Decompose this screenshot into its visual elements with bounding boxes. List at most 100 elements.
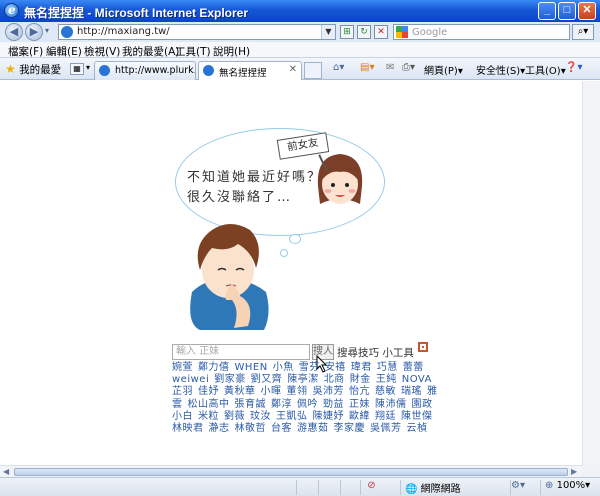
tab-plurk[interactable]: http://www.plurk.com/ta... (94, 61, 196, 80)
name-link[interactable]: 怡亢 (349, 386, 370, 397)
name-link[interactable]: 園政 (412, 399, 433, 410)
name-link[interactable]: 佩吟 (297, 399, 318, 410)
name-link[interactable]: 雪芬 (299, 362, 320, 373)
name-link[interactable]: 台客 (271, 423, 292, 434)
back-button[interactable]: ◀ (5, 23, 23, 41)
help-icon[interactable]: ❓▾ (565, 62, 582, 73)
tab-active[interactable]: 無名捏捏捏 ✕ (198, 61, 302, 80)
name-link[interactable]: 瀞志 (209, 423, 230, 434)
zoom-control[interactable]: ⊕ 100%▾ (540, 480, 600, 495)
name-link[interactable]: 林映君 (172, 423, 204, 434)
refresh-icon[interactable]: ↻ (357, 25, 371, 39)
menu-edit[interactable]: 編輯(E) (46, 44, 82, 59)
name-link[interactable]: 小白 (172, 411, 193, 422)
name-link[interactable]: 黃秋華 (224, 386, 256, 397)
url-field[interactable]: http://maxiang.tw/ ▼ (58, 24, 336, 40)
name-link[interactable]: 劉家豪 (214, 374, 246, 385)
name-link[interactable]: 北商 (324, 374, 345, 385)
gadget-icon[interactable] (418, 342, 428, 352)
menu-help[interactable]: 說明(H) (213, 44, 250, 59)
search-input[interactable]: 輸入 正妹 (172, 344, 310, 360)
name-link[interactable]: 安禧 (325, 362, 346, 373)
menu-tools[interactable]: 工具(T) (175, 44, 211, 59)
safety-menu[interactable]: 安全性(S)▾ (476, 62, 525, 77)
name-link[interactable]: 吳佩芳 (370, 423, 402, 434)
close-button[interactable]: ✕ (578, 2, 596, 20)
name-link[interactable]: weiwei (172, 374, 209, 385)
name-link[interactable]: 鄭淳 (271, 399, 292, 410)
name-link[interactable]: 芷羽 (172, 386, 193, 397)
new-tab-button[interactable] (304, 62, 322, 79)
blocked-icon[interactable]: ⊘ (360, 480, 382, 495)
menu-favorites[interactable]: 我的最愛(A) (122, 44, 179, 59)
vertical-scrollbar[interactable] (582, 81, 600, 465)
name-link[interactable]: 張育誠 (235, 399, 267, 410)
name-link[interactable]: 云楨 (407, 423, 428, 434)
minimize-button[interactable]: _ (538, 2, 556, 20)
name-link[interactable]: 慈敏 (375, 386, 396, 397)
scroll-right-icon[interactable]: ▶ (571, 467, 577, 476)
scroll-left-icon[interactable]: ◀ (3, 467, 9, 476)
favorites-button[interactable]: ★ 我的最愛 (5, 62, 61, 77)
name-link[interactable]: 松山高中 (188, 399, 230, 410)
name-link[interactable]: 蕾蕾 (403, 362, 424, 373)
name-link[interactable]: 米粒 (198, 411, 219, 422)
protected-mode-icon[interactable]: ⚙▾ (510, 480, 540, 495)
name-link[interactable]: 游惠茹 (297, 423, 329, 434)
name-link[interactable]: 鄭力僖 (198, 362, 230, 373)
forward-button[interactable]: ▶ (25, 23, 43, 41)
url-dropdown-icon[interactable]: ▼ (321, 25, 335, 39)
tab-list-icon[interactable]: ▾ (86, 63, 90, 72)
page-menu[interactable]: 網頁(P)▾ (424, 62, 463, 77)
name-link[interactable]: 瑋君 (351, 362, 372, 373)
name-link[interactable]: NOVA (402, 374, 432, 385)
print-icon[interactable]: ⎙▾ (402, 62, 415, 73)
feeds-icon[interactable]: ▤▾ (360, 62, 374, 73)
name-link[interactable]: 佳妤 (198, 386, 219, 397)
tab-label: 無名捏捏捏 (219, 68, 267, 79)
menu-view[interactable]: 檢視(V) (84, 44, 120, 59)
history-dropdown-icon[interactable]: ▾ (45, 26, 49, 35)
search-tips-link[interactable]: 搜尋技巧 小工具 (337, 345, 414, 360)
name-link[interactable]: 小魚 (273, 362, 294, 373)
name-link[interactable]: 婉萱 (172, 362, 193, 373)
name-link[interactable]: WHEN (235, 362, 268, 373)
search-button[interactable]: ⌕▾ (572, 24, 594, 40)
name-link[interactable]: 玟汝 (250, 411, 271, 422)
address-bar: ◀ ▶ ▾ http://maxiang.tw/ ▼ ⊞ ↻ ✕ Google … (0, 22, 600, 42)
name-link[interactable]: 董翎 (287, 386, 308, 397)
name-link[interactable]: 財金 (350, 374, 371, 385)
read-mail-icon[interactable]: ✉ (386, 62, 394, 73)
name-link[interactable]: 勁益 (323, 399, 344, 410)
name-link[interactable]: 小暉 (261, 386, 282, 397)
name-link[interactable]: 歐緯 (349, 411, 370, 422)
name-link[interactable]: 李家慶 (334, 423, 366, 434)
name-link[interactable]: 陳亭潔 (287, 374, 319, 385)
name-link[interactable]: 劉又齊 (251, 374, 283, 385)
scroll-thumb[interactable] (14, 468, 568, 476)
home-icon[interactable]: ⌂▾ (333, 62, 344, 73)
name-link[interactable]: 陳世傑 (401, 411, 433, 422)
safety-menu-label: 安全性(S) (476, 66, 521, 77)
name-link[interactable]: 王純 (376, 374, 397, 385)
tab-close-icon[interactable]: ✕ (289, 64, 297, 75)
name-link[interactable]: 翔廷 (375, 411, 396, 422)
name-link[interactable]: 陳沛儒 (375, 399, 407, 410)
search-field[interactable]: Google (393, 24, 570, 40)
name-link[interactable]: 劉薇 (224, 411, 245, 422)
name-link[interactable]: 王凱弘 (276, 411, 308, 422)
maximize-button[interactable]: □ (558, 2, 576, 20)
name-link[interactable]: 正妹 (349, 399, 370, 410)
tools-menu[interactable]: 工具(O)▾ (525, 62, 566, 77)
name-link[interactable]: 吳沛芳 (313, 386, 345, 397)
menu-file[interactable]: 檔案(F) (8, 44, 43, 59)
stop-icon[interactable]: ✕ (374, 25, 388, 39)
compat-icon[interactable]: ⊞ (340, 25, 354, 39)
horizontal-scrollbar[interactable]: ◀ ▶ (0, 465, 582, 477)
security-zone[interactable]: 🌐 網際網路 (400, 480, 510, 495)
name-link[interactable]: 陳婕妤 (313, 411, 345, 422)
name-link[interactable]: 林敬哲 (235, 423, 267, 434)
quick-tabs-icon[interactable]: ▦ (70, 63, 84, 75)
name-link[interactable]: 瑞瑤 (401, 386, 422, 397)
name-link[interactable]: 巧慧 (377, 362, 398, 373)
